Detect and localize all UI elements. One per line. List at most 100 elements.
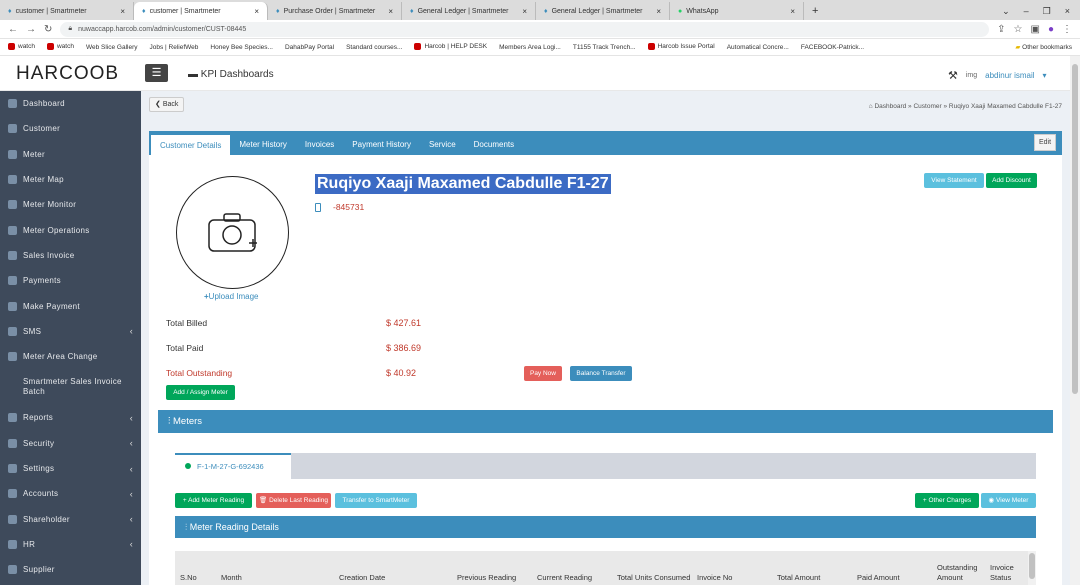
tab-payment-history[interactable]: Payment History: [343, 133, 420, 155]
close-icon[interactable]: ×: [120, 7, 125, 16]
close-icon[interactable]: ×: [790, 7, 795, 16]
column-header[interactable]: Total Units Consumed: [612, 573, 692, 583]
sidebar-item-meter-area-change[interactable]: Meter Area Change: [0, 344, 141, 369]
sidebar-toggle-button[interactable]: ☰: [145, 64, 168, 82]
bookmark-item[interactable]: ▰ Other bookmarks: [1015, 43, 1072, 51]
column-header[interactable]: Invoice No: [692, 573, 772, 583]
sidebar-item-security[interactable]: Security ‹: [0, 431, 141, 456]
bookmark-item[interactable]: Standard courses...: [346, 44, 402, 51]
back-arrow-icon[interactable]: ←: [8, 24, 18, 35]
column-header[interactable]: Paid Amount: [852, 573, 932, 583]
column-header[interactable]: S.No: [175, 573, 216, 583]
tab-meter-history[interactable]: Meter History: [230, 133, 296, 155]
bookmark-item[interactable]: watch: [46, 43, 74, 51]
more-icon[interactable]: ⋮: [1062, 24, 1072, 35]
bookmark-item[interactable]: Harcob Issue Portal: [647, 43, 715, 51]
sidebar-item-meter[interactable]: Meter: [0, 142, 141, 167]
view-statement-button[interactable]: View Statement: [924, 173, 984, 188]
bookmark-item[interactable]: Harcob | HELP DESK: [414, 43, 487, 51]
sidebar-item-shareholder[interactable]: Shareholder ‹: [0, 506, 141, 531]
close-icon[interactable]: ×: [656, 7, 661, 16]
bookmark-item[interactable]: Jobs | ReliefWeb: [150, 44, 199, 51]
browser-tab-active[interactable]: ♦ customer | Smartmeter ×: [134, 2, 268, 20]
edit-button[interactable]: Edit: [1034, 134, 1056, 151]
sidebar-item-meter-map[interactable]: Meter Map: [0, 167, 141, 192]
breadcrumb-dashboard[interactable]: Dashboard: [874, 103, 906, 110]
add-meter-reading-button[interactable]: + Add Meter Reading: [175, 493, 252, 508]
sidebar-item-reports[interactable]: Reports ‹: [0, 405, 141, 430]
sidebar-item-sms[interactable]: SMS ‹: [0, 319, 141, 344]
tab-documents[interactable]: Documents: [465, 133, 523, 155]
column-header[interactable]: Outstanding Amount: [932, 563, 985, 583]
browser-tab[interactable]: ♦ General Ledger | Smartmeter ×: [402, 2, 536, 20]
sidebar-item-settings[interactable]: Settings ‹: [0, 456, 141, 481]
profile-icon[interactable]: ●: [1048, 24, 1054, 35]
close-icon[interactable]: ×: [388, 7, 393, 16]
sidebar-item-customer[interactable]: Customer: [0, 116, 141, 141]
sidebar-item-dashboard[interactable]: Dashboard: [0, 91, 141, 116]
bookmark-item[interactable]: Automatical Concre...: [727, 44, 789, 51]
balance-transfer-button[interactable]: Balance Transfer: [570, 366, 632, 381]
bookmark-item[interactable]: Web Slice Gallery: [86, 44, 138, 51]
other-charges-button[interactable]: + Other Charges: [915, 493, 979, 508]
user-menu[interactable]: ⚒ img abdinur ismail ▾: [948, 69, 1047, 82]
reload-icon[interactable]: ↻: [44, 24, 52, 35]
column-header[interactable]: Previous Reading: [452, 573, 532, 583]
bookmark-item[interactable]: DahabPay Portal: [285, 44, 334, 51]
sidebar-item-smartmeter-sales-invoice-batch[interactable]: Smartmeter Sales Invoice Batch: [0, 369, 141, 405]
column-header[interactable]: Current Reading: [532, 573, 612, 583]
harcoob-logo[interactable]: HARCOOB: [16, 63, 119, 85]
page-scrollbar[interactable]: [1070, 56, 1080, 585]
column-header[interactable]: Creation Date: [334, 573, 452, 583]
tab-service[interactable]: Service: [420, 133, 465, 155]
close-icon[interactable]: ×: [254, 7, 259, 16]
extension-icon[interactable]: ▣: [1031, 24, 1040, 35]
delete-last-reading-button[interactable]: 🗑︎ Delete Last Reading: [256, 493, 331, 508]
bookmark-item[interactable]: Members Area Logi...: [499, 44, 561, 51]
sidebar-item-meter-operations[interactable]: Meter Operations: [0, 217, 141, 242]
column-header[interactable]: Month: [216, 573, 334, 583]
view-meter-button[interactable]: ◉ View Meter: [981, 493, 1036, 508]
star-icon[interactable]: ☆: [1014, 24, 1023, 35]
browser-tab[interactable]: ♦ Purchase Order | Smartmeter ×: [268, 2, 402, 20]
pay-now-button[interactable]: Pay Now: [524, 366, 562, 381]
meter-tab[interactable]: F-1-M-27-G-692436: [175, 453, 291, 479]
bookmark-item[interactable]: watch: [8, 43, 35, 51]
sidebar-item-sales-invoice[interactable]: Sales Invoice: [0, 243, 141, 268]
tab-invoices[interactable]: Invoices: [296, 133, 343, 155]
minimize-icon[interactable]: –: [1024, 6, 1029, 16]
new-tab-button[interactable]: +: [804, 2, 826, 20]
page-scrollbar-thumb[interactable]: [1072, 64, 1078, 394]
sidebar-item-supplier[interactable]: Supplier: [0, 557, 141, 582]
breadcrumb-customer[interactable]: Customer: [913, 103, 941, 110]
browser-tab[interactable]: ♦ General Ledger | Smartmeter ×: [536, 2, 670, 20]
chevron-down-icon[interactable]: ⌄: [1002, 6, 1010, 17]
browser-tab[interactable]: ● WhatsApp ×: [670, 2, 804, 20]
add-discount-button[interactable]: Add Discount: [986, 173, 1037, 188]
back-button[interactable]: ❮ Back: [149, 97, 185, 112]
sidebar-item-hr[interactable]: HR ‹: [0, 532, 141, 557]
table-scrollbar[interactable]: [1028, 551, 1036, 585]
bookmark-item[interactable]: FACEBOOK-Patrick...: [801, 44, 864, 51]
maximize-icon[interactable]: ❐: [1043, 6, 1051, 17]
column-header[interactable]: Invoice Status: [985, 563, 1028, 583]
column-header[interactable]: Total Amount: [772, 573, 852, 583]
upload-image-link[interactable]: +Upload Image: [204, 292, 258, 301]
bookmark-item[interactable]: T1155 Track Trench...: [573, 44, 636, 51]
forward-arrow-icon[interactable]: →: [26, 24, 36, 35]
browser-tab[interactable]: ♦ customer | Smartmeter ×: [0, 2, 134, 20]
add-assign-meter-button[interactable]: Add / Assign Meter: [166, 385, 235, 400]
tools-icon[interactable]: ⚒: [948, 69, 958, 82]
transfer-to-smartmeter-button[interactable]: Transfer to SmartMeter: [335, 493, 417, 508]
sidebar-item-meter-monitor[interactable]: Meter Monitor: [0, 192, 141, 217]
sidebar-item-accounts[interactable]: Accounts ‹: [0, 481, 141, 506]
close-window-icon[interactable]: ×: [1065, 6, 1070, 16]
kpi-dashboards-link[interactable]: ▬ KPI Dashboards: [188, 69, 274, 80]
table-scrollbar-thumb[interactable]: [1029, 553, 1035, 579]
tab-customer-details[interactable]: Customer Details: [151, 133, 231, 155]
url-field[interactable]: 🔒︎ nuwaccapp.harcob.com/admin/customer/CU…: [60, 21, 990, 37]
sidebar-item-payments[interactable]: Payments: [0, 268, 141, 293]
share-icon[interactable]: ⇪: [997, 24, 1005, 35]
sidebar-item-make-payment[interactable]: Make Payment: [0, 293, 141, 318]
bookmark-item[interactable]: Honey Bee Species...: [210, 44, 273, 51]
